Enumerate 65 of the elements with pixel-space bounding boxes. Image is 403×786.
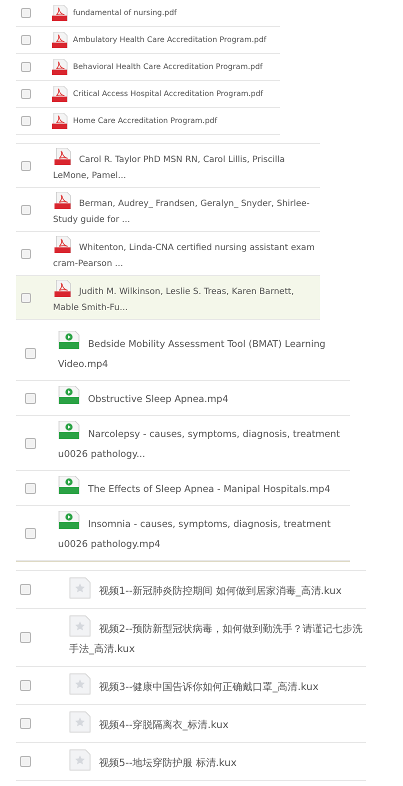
checkbox[interactable]: [21, 8, 31, 18]
file-row[interactable]: Insomnia - causes, symptoms, diagnosis, treatment u0026 pathology.mp4: [16, 506, 350, 561]
file-row[interactable]: 视频3--健康中国告诉你如何正确戴口罩_高清.kux: [16, 667, 366, 705]
pdf-file-icon: [51, 4, 69, 21]
video-file-icon: [58, 386, 80, 404]
checkbox[interactable]: [25, 348, 36, 358]
file-row[interactable]: Carol R. Taylor PhD MSN RN, Carol Lillis, Priscilla LeMone, Pamel...: [16, 144, 320, 188]
file-link[interactable]: Judith M. Wilkinson, Leslie S. Treas, Karen Barnett, Mable Smith-Fu...: [53, 280, 320, 316]
star-file-icon: [69, 711, 91, 733]
file-row[interactable]: 视频4--穿脱隔离衣_标清.kux: [16, 705, 366, 743]
checkbox[interactable]: [21, 292, 31, 302]
checkbox[interactable]: [21, 248, 31, 258]
video-file-icon: [58, 421, 80, 439]
file-link[interactable]: 视频1--新冠肺炎防控期间 如何做到居家消毒_高清.kux: [69, 577, 366, 602]
checkbox[interactable]: [25, 482, 36, 494]
star-file-icon: [69, 577, 91, 599]
checkbox[interactable]: [20, 756, 31, 767]
checkbox[interactable]: [20, 718, 31, 729]
file-row[interactable]: Obstructive Sleep Apnea.mp4: [16, 381, 350, 416]
file-row[interactable]: 视频2--预防新型冠状病毒，如何做到勤洗手？请谨记七步洗手法_高清.kux: [16, 609, 366, 667]
star-file-icon: [69, 673, 91, 695]
checkbox[interactable]: [20, 680, 31, 691]
checkbox[interactable]: [20, 632, 31, 643]
checkbox[interactable]: [20, 584, 31, 595]
file-link[interactable]: 视频4--穿脱隔离衣_标清.kux: [69, 711, 366, 736]
file-link[interactable]: Narcolepsy - causes, symptoms, diagnosis, treatment u0026 pathology...: [58, 421, 350, 465]
star-file-icon: [69, 615, 91, 637]
checkbox[interactable]: [21, 204, 31, 214]
file-link[interactable]: Obstructive Sleep Apnea.mp4: [58, 386, 350, 410]
file-row[interactable]: The Effects of Sleep Apnea - Manipal Hospitals.mp4: [16, 471, 350, 506]
video-file-icon: [58, 476, 80, 494]
file-link[interactable]: 视频3--健康中国告诉你如何正确戴口罩_高清.kux: [69, 673, 366, 698]
video-file-icon: [58, 511, 80, 529]
file-row[interactable]: 视频5--地坛穿防护服 标清.kux: [16, 743, 366, 781]
checkbox[interactable]: [21, 160, 31, 170]
checkbox[interactable]: [21, 116, 31, 126]
file-row[interactable]: Narcolepsy - causes, symptoms, diagnosis, treatment u0026 pathology...: [16, 416, 350, 471]
file-link[interactable]: 视频5--地坛穿防护服 标清.kux: [69, 749, 366, 774]
file-row[interactable]: 视频1--新冠肺炎防控期间 如何做到居家消毒_高清.kux: [16, 571, 366, 609]
file-link[interactable]: Berman, Audrey_ Frandsen, Geralyn_ Snyder, Shirlee-Study guide for ...: [53, 192, 320, 228]
pdf-file-icon: [53, 148, 73, 164]
file-link[interactable]: Whitenton, Linda-CNA certified nursing assistant exam cram-Pearson ...: [53, 236, 320, 272]
pdf-file-icon: [51, 86, 69, 102]
pdf-file-icon: [51, 112, 69, 129]
star-file-icon: [69, 749, 91, 771]
pdf-file-icon: [53, 236, 73, 252]
file-row[interactable]: Judith M. Wilkinson, Leslie S. Treas, Karen Barnett, Mable Smith-Fu...: [16, 276, 320, 320]
pdf-file-icon: [53, 192, 73, 208]
file-link[interactable]: The Effects of Sleep Apnea - Manipal Hospitals.mp4: [58, 476, 350, 500]
pdf-file-icon: [51, 32, 69, 48]
file-link[interactable]: 视频2--预防新型冠状病毒，如何做到勤洗手？请谨记七步洗手法_高清.kux: [69, 615, 366, 660]
video-file-icon: [58, 331, 80, 349]
checkbox[interactable]: [21, 62, 31, 72]
pdf-file-icon: [51, 58, 69, 75]
checkbox[interactable]: [21, 35, 31, 45]
file-link[interactable]: Insomnia - causes, symptoms, diagnosis, treatment u0026 pathology.mp4: [58, 511, 350, 555]
checkbox[interactable]: [25, 392, 36, 404]
checkbox[interactable]: [21, 89, 31, 99]
file-link[interactable]: Bedside Mobility Assessment Tool (BMAT) Learning Video.mp4: [58, 331, 350, 375]
pdf-file-icon: [53, 280, 73, 296]
checkbox[interactable]: [25, 528, 36, 538]
checkbox[interactable]: [25, 438, 36, 448]
file-link[interactable]: Carol R. Taylor PhD MSN RN, Carol Lillis, Priscilla LeMone, Pamel...: [53, 148, 320, 184]
file-row[interactable]: Bedside Mobility Assessment Tool (BMAT) Learning Video.mp4: [16, 326, 350, 381]
file-row[interactable]: Berman, Audrey_ Frandsen, Geralyn_ Snyder, Shirlee-Study guide for ...: [16, 188, 320, 232]
